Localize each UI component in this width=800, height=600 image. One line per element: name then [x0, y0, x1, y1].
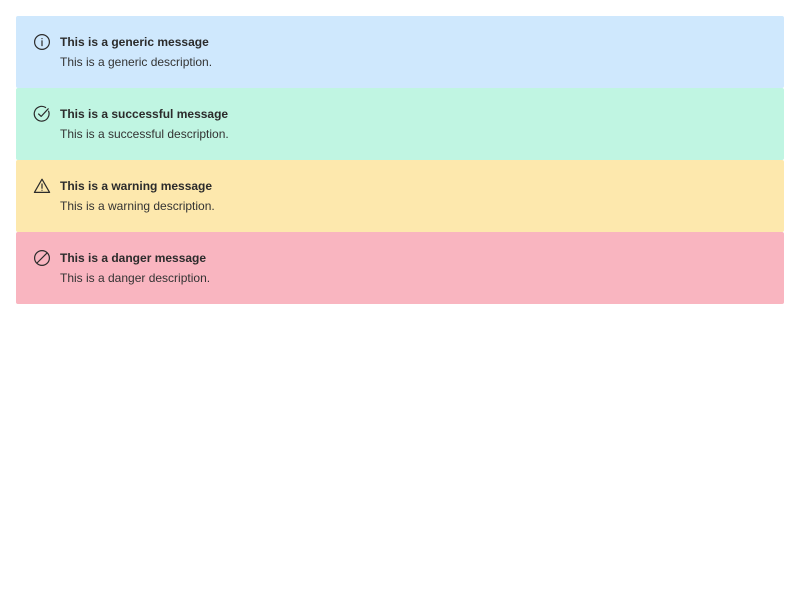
alert-danger: This is a danger message This is a dange… — [16, 232, 784, 304]
alert-title: This is a generic message — [60, 35, 209, 49]
alert-title: This is a danger message — [60, 251, 207, 265]
warning-triangle-icon — [33, 177, 51, 195]
alert-description: This is a generic description. — [60, 55, 213, 69]
alert-warning: This is a warning message This is a warn… — [16, 160, 784, 232]
alert-title: This is a successful message — [60, 107, 229, 121]
alert-description: This is a warning description. — [60, 199, 215, 213]
check-circle-icon — [33, 105, 51, 123]
alert-description: This is a successful description. — [60, 127, 229, 141]
info-icon — [33, 33, 51, 51]
alert-success: This is a successful message This is a s… — [16, 88, 784, 160]
prohibited-circle-icon — [33, 249, 51, 267]
alert-generic: This is a generic message This is a gene… — [16, 16, 784, 88]
alert-title: This is a warning message — [60, 179, 213, 193]
alert-description: This is a danger description. — [60, 271, 211, 285]
alert-list: This is a generic message This is a gene… — [16, 16, 784, 304]
